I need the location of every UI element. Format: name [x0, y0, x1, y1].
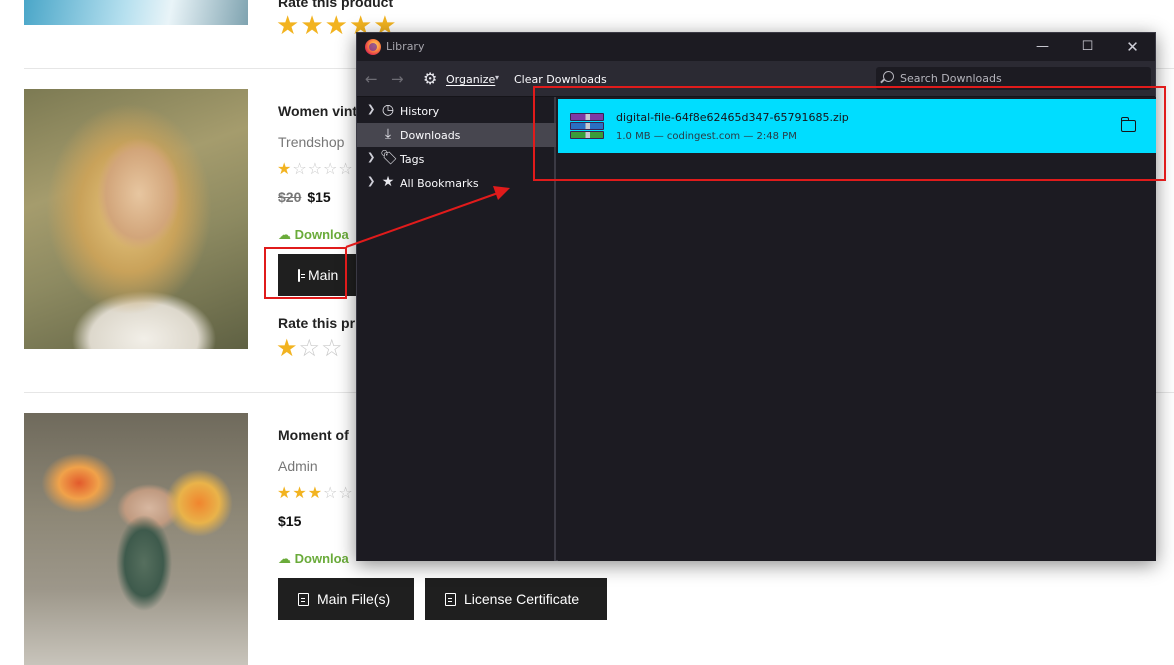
star-icon[interactable]: ★: [325, 10, 349, 40]
star-filled-icon: ★: [307, 485, 324, 502]
sidebar-item-label: All Bookmarks: [400, 177, 479, 190]
library-toolbar: ← → ⚙ Organize ▾ Clear Downloads: [357, 61, 1155, 97]
close-icon[interactable]: ✕: [1110, 36, 1155, 58]
download-item[interactable]: digital-file-64f8e62465d347-65791685.zip…: [558, 99, 1156, 153]
old-price: $20: [278, 189, 302, 205]
star-empty-icon: ☆: [323, 161, 339, 178]
product-rating-2: ★☆☆☆☆: [277, 162, 354, 178]
clear-downloads-button[interactable]: Clear Downloads: [514, 73, 607, 86]
star-filled-icon: ★: [277, 485, 293, 502]
file-icon: [298, 268, 305, 282]
search-icon: [883, 71, 894, 82]
sidebar-item-tags[interactable]: ❯ 🏷 Tags: [357, 147, 556, 171]
download-label: Downloa: [294, 227, 349, 242]
star-filled-icon: ★: [292, 485, 308, 502]
star-empty-icon: ☆: [338, 161, 354, 178]
star-empty-icon: ☆: [292, 161, 308, 178]
download-link-3[interactable]: ☁ Downloa: [278, 551, 349, 567]
library-window-title: Library: [386, 40, 425, 53]
minimize-icon[interactable]: —: [1020, 36, 1065, 58]
star-icon: ★: [381, 174, 395, 190]
star-empty-icon: ☆: [307, 161, 324, 178]
product-rating-3: ★★★☆☆: [277, 486, 354, 502]
chevron-right-icon[interactable]: ❯: [367, 104, 375, 115]
star-icon[interactable]: ☆: [299, 335, 322, 362]
star-icon[interactable]: ★: [276, 335, 299, 362]
star-icon[interactable]: ★: [300, 10, 324, 40]
chevron-right-icon[interactable]: ❯: [367, 152, 375, 163]
page: Rate this product ★★★★★ Women vint Trend…: [0, 0, 1174, 665]
product-author-2[interactable]: Trendshop: [278, 134, 344, 150]
download-icon: ⤓: [384, 126, 392, 142]
library-titlebar[interactable]: Library — ☐ ✕: [357, 33, 1155, 61]
download-meta: 1.0 MB — codingest.com — 2:48 PM: [616, 131, 797, 142]
main-files-button-3[interactable]: Main File(s): [278, 578, 414, 620]
license-certificate-label: License Certificate: [464, 591, 580, 607]
search-downloads-input[interactable]: [900, 70, 1140, 87]
rate-label-1: Rate this product: [278, 0, 394, 10]
sidebar-item-history[interactable]: ❯ ◷ History: [357, 99, 556, 123]
star-filled-icon: ★: [277, 161, 293, 178]
download-label: Downloa: [294, 551, 349, 566]
license-certificate-button-3[interactable]: License Certificate: [425, 578, 607, 620]
product-thumbnail-3[interactable]: [24, 413, 248, 665]
file-icon: [445, 592, 456, 606]
forward-arrow-icon[interactable]: →: [391, 70, 404, 88]
product-thumbnail-2[interactable]: [24, 89, 248, 349]
download-file-name: digital-file-64f8e62465d347-65791685.zip: [616, 111, 849, 124]
current-price: $15: [307, 189, 331, 205]
library-window: Library — ☐ ✕ ← → ⚙ Organize ▾ Clear Dow…: [356, 32, 1156, 561]
sidebar-item-all-bookmarks[interactable]: ❯ ★ All Bookmarks: [357, 171, 556, 195]
organize-menu[interactable]: Organize: [446, 73, 495, 86]
maximize-icon[interactable]: ☐: [1065, 36, 1110, 58]
gear-icon[interactable]: ⚙: [423, 69, 437, 88]
chevron-down-icon[interactable]: ▾: [495, 73, 499, 82]
rating-input-2[interactable]: ★☆☆: [276, 336, 344, 362]
cloud-download-icon: ☁: [278, 551, 291, 566]
clock-icon: ◷: [381, 102, 395, 118]
product-thumbnail-1[interactable]: [24, 0, 248, 25]
main-files-label: Main: [308, 267, 339, 283]
star-icon[interactable]: ☆: [321, 335, 344, 362]
sidebar-item-downloads[interactable]: ⤓ Downloads: [357, 123, 556, 147]
rate-label-2: Rate this pr: [278, 315, 356, 331]
product-title-2[interactable]: Women vint: [278, 103, 357, 119]
folder-icon[interactable]: [1120, 117, 1136, 132]
product-price-3: $15: [278, 513, 302, 529]
sidebar-item-label: History: [400, 105, 440, 118]
file-icon: [298, 592, 309, 606]
product-author-3[interactable]: Admin: [278, 458, 318, 474]
product-title-3[interactable]: Moment of: [278, 427, 349, 443]
chevron-right-icon[interactable]: ❯: [367, 176, 375, 187]
search-box[interactable]: [876, 67, 1151, 90]
product-price-2: $20 $15: [278, 189, 331, 205]
cloud-download-icon: ☁: [278, 227, 291, 242]
firefox-logo-icon: [365, 39, 381, 55]
download-link-2[interactable]: ☁ Downloa: [278, 227, 349, 243]
tag-icon: 🏷: [380, 150, 398, 166]
sidebar-item-label: Downloads: [400, 129, 461, 142]
star-empty-icon: ☆: [338, 485, 354, 502]
library-sidebar: ❯ ◷ History ⤓ Downloads ❯ 🏷 Tags ❯ ★ All…: [357, 97, 556, 561]
main-files-button-2[interactable]: Main: [278, 254, 356, 296]
downloads-list: digital-file-64f8e62465d347-65791685.zip…: [558, 97, 1156, 561]
star-icon[interactable]: ★: [276, 10, 300, 40]
star-empty-icon: ☆: [323, 485, 339, 502]
back-arrow-icon[interactable]: ←: [365, 70, 378, 88]
sidebar-item-label: Tags: [400, 153, 425, 166]
winrar-archive-icon: [570, 113, 604, 141]
main-files-label: Main File(s): [317, 591, 391, 607]
